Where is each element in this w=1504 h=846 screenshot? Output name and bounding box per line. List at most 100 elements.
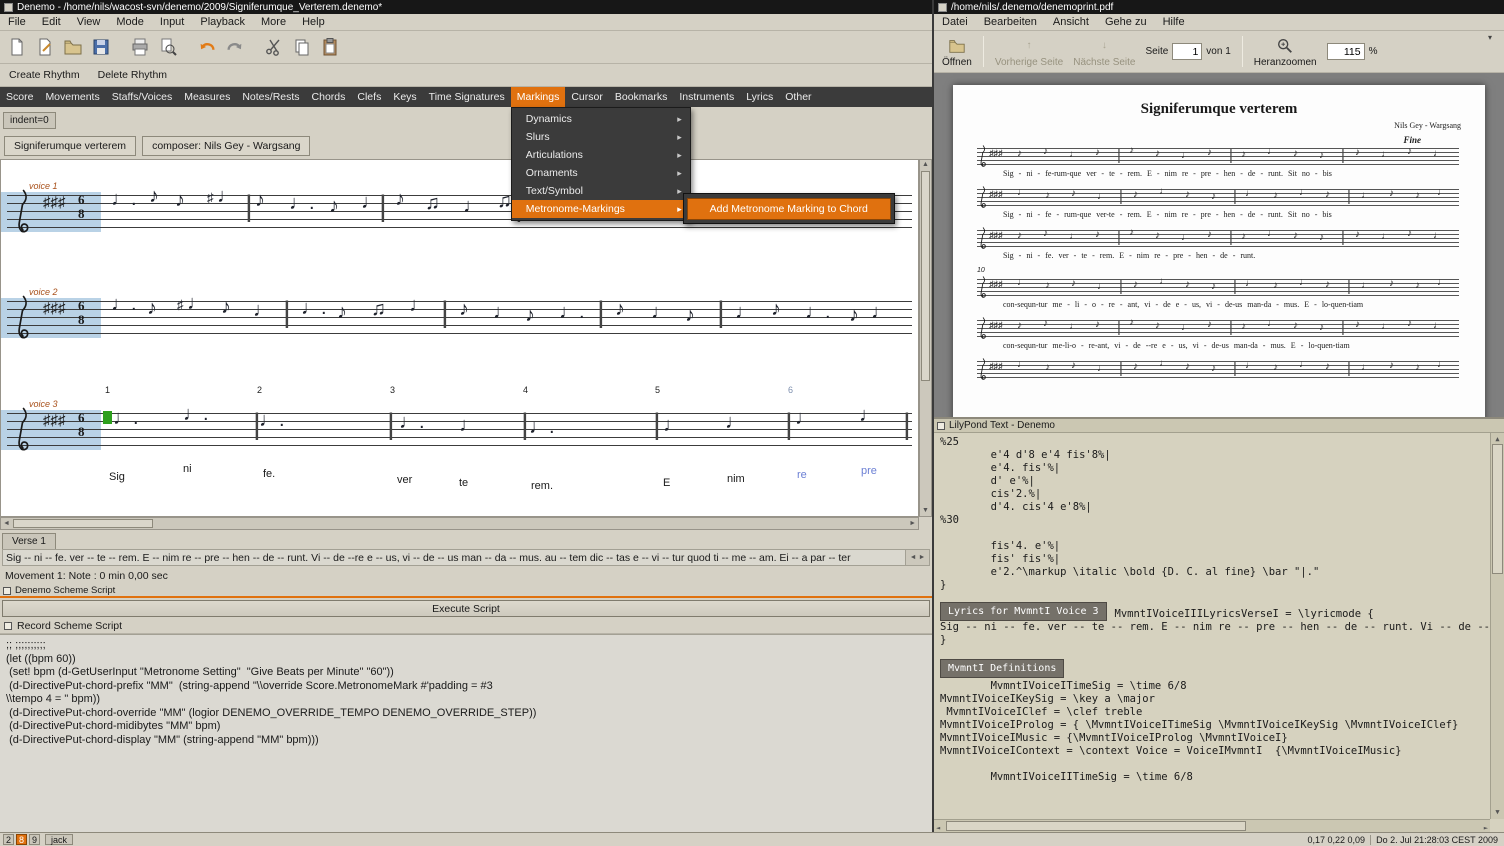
scrollbar-thumb[interactable] <box>921 171 930 381</box>
indent-button[interactable]: indent=0 <box>3 111 56 129</box>
menu-clefs[interactable]: Clefs <box>351 87 387 107</box>
menu-playback[interactable]: Playback <box>192 15 253 29</box>
menu-hilfe[interactable]: Hilfe <box>1155 15 1193 29</box>
zoom-level-input[interactable] <box>1326 43 1365 60</box>
denemo-titlebar[interactable]: Denemo - /home/nils/wacost-svn/denemo/20… <box>0 0 932 14</box>
lilypond-text-view[interactable]: %25 e'4 d'8 e'4 fis'8%| e'4. fis'%| d' e… <box>934 433 1490 819</box>
score-title-field[interactable]: Signiferumque verterem <box>4 136 137 156</box>
page-number-input[interactable] <box>1172 43 1203 60</box>
scrollbar-thumb[interactable] <box>946 821 1246 831</box>
record-checkbox[interactable] <box>4 621 12 630</box>
score-vertical-scrollbar[interactable]: ▲ ▼ <box>919 159 932 517</box>
pdf-titlebar[interactable]: /home/nils/.denemo/denemoprint.pdf <box>934 0 1504 14</box>
previous-page-button[interactable]: ↑ Vorherige Seite <box>995 36 1063 68</box>
scroll-right-icon[interactable]: ► <box>909 520 916 527</box>
scroll-right-icon[interactable]: ► <box>1484 822 1488 832</box>
menu-mode[interactable]: Mode <box>108 15 152 29</box>
copy-icon[interactable] <box>289 34 315 60</box>
menu-input[interactable]: Input <box>152 15 192 29</box>
staff-lines[interactable]: ♩. ♪ ♯ ♩ ♪ ♩ | ♩. ♪ ♫ ♩ | ♪ ♩ ♪ ♩. | ♪ ♩ ♪ | ♩ ♪ ♩. ♪ ♩ <box>7 293 912 334</box>
open-icon[interactable] <box>60 34 86 60</box>
menu-item-ornaments[interactable]: Ornaments ▸ <box>512 164 690 182</box>
menu-other[interactable]: Other <box>779 87 817 107</box>
record-label: Record Scheme Script <box>17 619 123 632</box>
workspace-8-active[interactable]: 8 <box>16 834 28 845</box>
menu-datei[interactable]: Datei <box>934 15 976 29</box>
menu-more[interactable]: More <box>253 15 294 29</box>
menu-item-articulations[interactable]: Articulations ▸ <box>512 146 690 164</box>
menu-gehe-zu[interactable]: Gehe zu <box>1097 15 1155 29</box>
workspace-2[interactable]: 2 <box>3 834 15 845</box>
menu-view[interactable]: View <box>69 15 109 29</box>
print-icon[interactable] <box>127 34 153 60</box>
redo-icon[interactable] <box>222 34 248 60</box>
staff-lines[interactable]: ♩. ♩. ♩. | ♩. ♩ ♩. | | ♩ ♩ ♩ ♩ | | | <box>7 404 912 446</box>
undo-icon[interactable] <box>194 34 220 60</box>
lilypond-vertical-scrollbar[interactable]: ▲ ▼ <box>1490 433 1504 819</box>
lyrics-voice3-button[interactable]: Lyrics for MvmntI Voice 3 <box>940 602 1107 621</box>
menu-movements[interactable]: Movements <box>39 87 105 107</box>
menu-cursor[interactable]: Cursor <box>565 87 609 107</box>
scroll-left-icon[interactable]: ◄ <box>3 520 10 527</box>
menu-measures[interactable]: Measures <box>178 87 236 107</box>
menu-edit[interactable]: Edit <box>34 15 69 29</box>
lilypond-horizontal-scrollbar[interactable]: ◄ ► <box>934 819 1490 832</box>
verse-tab[interactable]: Verse 1 <box>2 533 56 549</box>
scroll-left-icon[interactable]: ◄ <box>910 554 917 561</box>
menu-chords[interactable]: Chords <box>306 87 352 107</box>
jack-button[interactable]: jack <box>45 834 74 845</box>
menu-help[interactable]: Help <box>294 15 333 29</box>
mvmnt-definitions-button[interactable]: MvmntI Definitions <box>940 659 1065 678</box>
menu-ansicht[interactable]: Ansicht <box>1045 15 1097 29</box>
menu-item-metronome-markings[interactable]: Metronome-Markings ▸ Add Metronome Marki… <box>511 193 895 224</box>
menu-staffs-voices[interactable]: Staffs/Voices <box>106 87 179 107</box>
menu-lyrics[interactable]: Lyrics <box>740 87 779 107</box>
menu-file[interactable]: File <box>0 15 34 29</box>
menu-item-slurs[interactable]: Slurs ▸ <box>512 128 690 146</box>
execute-script-button[interactable]: Execute Script <box>2 600 930 617</box>
menu-instruments[interactable]: Instruments <box>673 87 740 107</box>
scheme-panel-header[interactable]: Denemo Scheme Script <box>0 585 932 598</box>
magnifier-plus-icon <box>1276 36 1294 56</box>
scroll-down-icon[interactable]: ▼ <box>1491 806 1504 819</box>
window-title: Denemo - /home/nils/wacost-svn/denemo/20… <box>17 1 383 13</box>
scrollbar-thumb[interactable] <box>1492 444 1503 574</box>
open-button[interactable]: Öffnen <box>942 36 972 68</box>
zoom-in-button[interactable]: Heranzoomen <box>1254 36 1317 68</box>
scroll-up-icon[interactable]: ▲ <box>920 160 931 170</box>
scroll-down-icon[interactable]: ▼ <box>920 506 931 516</box>
score-horizontal-scrollbar[interactable]: ◄ ► <box>0 517 919 530</box>
denemo-window: Denemo - /home/nils/wacost-svn/denemo/20… <box>0 0 932 832</box>
add-metronome-marking-item[interactable]: Add Metronome Marking to Chord <box>686 198 891 220</box>
paste-icon[interactable] <box>317 34 343 60</box>
menu-time-signatures[interactable]: Time Signatures <box>423 87 511 107</box>
composer-field[interactable]: composer: Nils Gey - Wargsang <box>142 136 311 156</box>
verse-text-editor[interactable]: Sig -- ni -- fe. ver -- te -- rem. E -- … <box>2 549 930 566</box>
menu-bookmarks[interactable]: Bookmarks <box>609 87 674 107</box>
verse-scroll-control[interactable]: ◄ ► <box>905 550 929 565</box>
next-page-button[interactable]: ↓ Nächste Seite <box>1073 36 1135 68</box>
edit-score-icon[interactable] <box>32 34 58 60</box>
menu-item-text-symbol[interactable]: Text/Symbol ▸ <box>512 182 690 200</box>
menu-markings[interactable]: Markings Dynamics ▸ Slurs ▸ Articulation… <box>510 87 895 224</box>
scrollbar-thumb[interactable] <box>13 519 153 528</box>
lyrics-row[interactable]: Sig ni fe. ver te rem. Enim re pre <box>7 464 912 500</box>
create-rhythm-button[interactable]: Create Rhythm <box>0 67 89 83</box>
save-icon[interactable] <box>88 34 114 60</box>
scroll-left-icon[interactable]: ◄ <box>936 822 940 832</box>
document-area[interactable]: Signiferumque verterem Nils Gey - Wargsa… <box>934 73 1504 417</box>
lilypond-titlebar[interactable]: LilyPond Text - Denemo <box>934 419 1504 433</box>
menu-bearbeiten[interactable]: Bearbeiten <box>976 15 1045 29</box>
workspace-9[interactable]: 9 <box>29 834 41 845</box>
menu-score[interactable]: Score <box>0 87 39 107</box>
scheme-script-editor[interactable]: ;; ;;;;;;;;;; (let ((bpm 60)) (set! bpm … <box>0 634 932 832</box>
new-score-icon[interactable] <box>4 34 30 60</box>
cut-icon[interactable] <box>261 34 287 60</box>
menu-notes-rests[interactable]: Notes/Rests <box>236 87 305 107</box>
scroll-right-icon[interactable]: ► <box>919 554 926 561</box>
delete-rhythm-button[interactable]: Delete Rhythm <box>89 67 176 83</box>
toolbar-overflow-caret-icon[interactable]: ▾ <box>1484 31 1496 44</box>
print-preview-icon[interactable] <box>155 34 181 60</box>
menu-keys[interactable]: Keys <box>387 87 422 107</box>
menu-item-dynamics[interactable]: Dynamics ▸ <box>512 110 690 128</box>
